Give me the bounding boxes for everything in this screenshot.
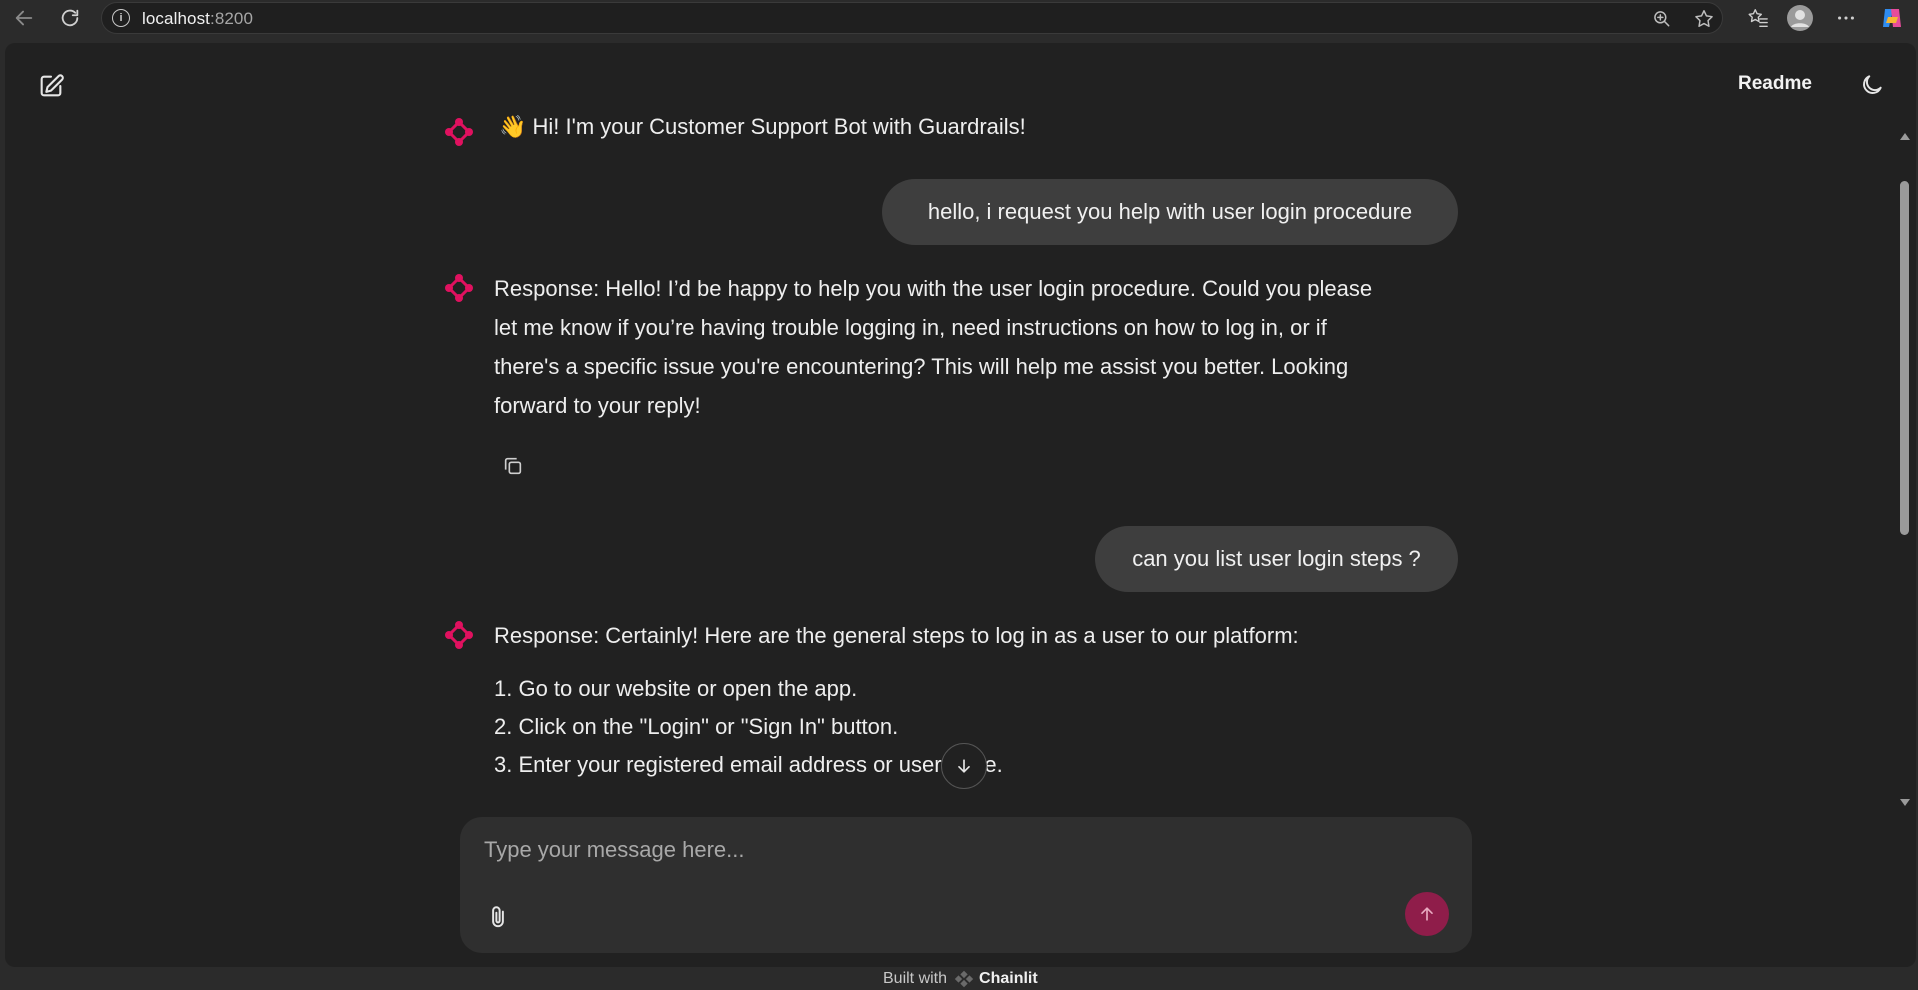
message-input[interactable]	[482, 831, 1446, 869]
scroll-down-arrow-icon[interactable]	[1900, 799, 1910, 806]
copy-icon	[504, 457, 522, 475]
chainlit-logo-icon	[954, 970, 974, 988]
built-with-footer[interactable]: Built with Chainlit	[883, 968, 1038, 990]
bot-avatar-icon	[445, 274, 473, 302]
site-info-icon[interactable]: i	[112, 9, 130, 27]
list-item: 2. Click on the "Login" or "Sign In" but…	[494, 714, 899, 739]
copy-message-button[interactable]	[500, 453, 526, 479]
chainlit-brand-label[interactable]: Chainlit	[979, 970, 1038, 988]
bot-response-intro: Response: Certainly! Here are the genera…	[494, 623, 1299, 648]
user-message-bubble: can you list user login steps ?	[1095, 526, 1458, 592]
built-with-label: Built with	[883, 970, 948, 987]
zoom-icon[interactable]	[1650, 7, 1674, 31]
response-line: Response: Hello! I’d be happy to help yo…	[494, 276, 1373, 301]
list-item: 1. Go to our website or open the app.	[494, 676, 858, 701]
scroll-to-bottom-button[interactable]	[941, 743, 987, 789]
attach-file-button[interactable]	[480, 899, 516, 935]
login-steps-list: 1. Go to our website or open the app. 2.…	[494, 670, 1003, 784]
favorite-star-icon[interactable]	[1692, 7, 1716, 31]
bot-avatar-icon	[445, 621, 473, 649]
user-message-bubble: hello, i request you help with user logi…	[882, 179, 1458, 245]
arrow-down-icon	[958, 759, 970, 773]
back-arrow-icon[interactable]	[10, 4, 38, 32]
response-line: forward to your reply!	[494, 393, 701, 418]
message-composer	[460, 817, 1472, 953]
scrollbar-thumb[interactable]	[1900, 181, 1909, 535]
response-line: there's a specific issue you're encounte…	[494, 354, 1349, 379]
chat-app: Readme 👋 Hi! I'm your Customer Support B…	[5, 43, 1916, 988]
chat-transcript: 👋 Hi! I'm your Customer Support Bot with…	[5, 115, 1916, 815]
new-chat-button[interactable]	[33, 68, 69, 104]
copilot-icon[interactable]	[1878, 4, 1906, 32]
profile-avatar-icon[interactable]	[1786, 4, 1814, 32]
paperclip-icon	[492, 906, 504, 928]
bot-avatar-icon	[445, 118, 473, 146]
readme-button[interactable]: Readme	[1738, 73, 1812, 95]
bot-greeting-message: 👋 Hi! I'm your Customer Support Bot with…	[499, 115, 1026, 139]
browser-toolbar: i localhost:8200	[0, 0, 1918, 36]
send-button[interactable]	[1405, 892, 1449, 936]
arrow-up-icon	[1421, 907, 1433, 921]
response-line: let me know if you’re having trouble log…	[494, 315, 1327, 340]
list-item: 3. Enter your registered email address o…	[494, 752, 1003, 777]
url-text[interactable]: localhost:8200	[142, 9, 253, 29]
favorites-icon[interactable]	[1744, 4, 1772, 32]
address-bar[interactable]: i localhost:8200	[101, 2, 1723, 34]
theme-toggle-moon-icon[interactable]	[1856, 69, 1888, 101]
chat-scrollbar[interactable]	[1896, 125, 1913, 815]
bot-response-message: Response: Hello! I’d be happy to help yo…	[494, 269, 1372, 425]
more-options-icon[interactable]	[1832, 4, 1860, 32]
reload-icon[interactable]	[56, 4, 84, 32]
scroll-up-arrow-icon[interactable]	[1900, 133, 1910, 140]
